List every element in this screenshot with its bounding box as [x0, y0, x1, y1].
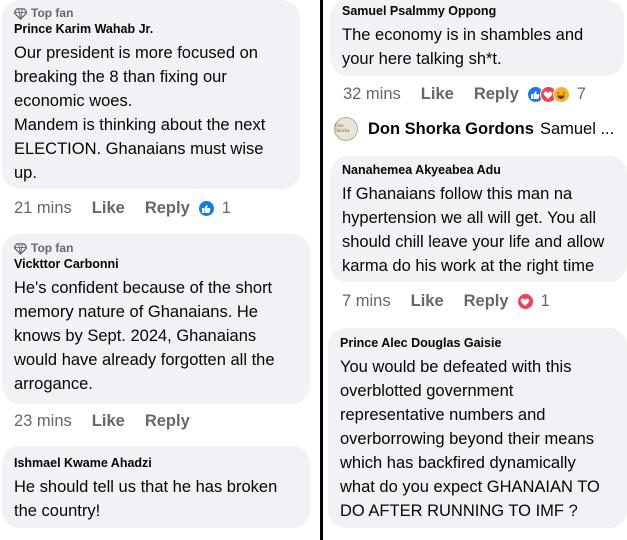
comment-bubble: Ishmael Kwame Ahadzi He should tell us t…: [2, 446, 310, 528]
column-divider: [320, 0, 323, 540]
page-avatar[interactable]: Don Shorka: [334, 117, 358, 141]
comment-text: The economy is in shambles and your here…: [342, 26, 584, 68]
reaction-count: 1: [540, 292, 550, 310]
diamond-badge-icon: [14, 242, 27, 255]
comment-bubble: Samuel Psalmmy Oppong The economy is in …: [330, 0, 624, 76]
top-fan-label: Top fan: [31, 241, 74, 255]
like-button[interactable]: Like: [92, 412, 125, 431]
top-fan-label: Top fan: [31, 6, 74, 20]
comment-bubble: Nanahemea Akyeabea Adu If Ghanaians foll…: [330, 156, 627, 282]
comment-actions: 23 mins Like Reply: [14, 412, 198, 431]
comment-actions: 7 mins Like Reply 1: [342, 292, 550, 311]
comment-text: He should tell us that he has broken the…: [14, 478, 278, 520]
top-fan-badge: Top fan: [14, 6, 288, 20]
like-button[interactable]: Like: [411, 292, 444, 311]
comment-text: He's confident because of the short memo…: [14, 279, 275, 393]
top-fan-badge: Top fan: [14, 241, 298, 255]
comment-author[interactable]: Prince Karim Wahab Jr.: [14, 22, 288, 36]
comment-actions: 32 mins Like Reply 7: [343, 85, 586, 104]
comment-author[interactable]: Ishmael Kwame Ahadzi: [14, 456, 298, 470]
comment-time[interactable]: 21 mins: [14, 199, 72, 218]
reaction-summary[interactable]: 7: [526, 85, 586, 104]
diamond-badge-icon: [14, 7, 27, 20]
comment-text: You would be defeated with this overblot…: [340, 358, 600, 520]
comment-bubble: Prince Alec Douglas Gaisie You would be …: [328, 328, 627, 528]
reply-button[interactable]: Reply: [145, 412, 190, 431]
like-button[interactable]: Like: [421, 85, 454, 104]
comment-time[interactable]: 7 mins: [342, 292, 391, 311]
reply-button[interactable]: Reply: [464, 292, 509, 311]
comment-author[interactable]: Samuel Psalmmy Oppong: [342, 4, 612, 18]
comment-time[interactable]: 23 mins: [14, 412, 72, 431]
reply-button[interactable]: Reply: [145, 199, 190, 218]
comment-author[interactable]: Nanahemea Akyeabea Adu: [342, 163, 615, 177]
like-button[interactable]: Like: [92, 199, 125, 218]
reply-snippet: Samuel ...: [539, 119, 615, 138]
comment-author[interactable]: Vickttor Carbonni: [14, 257, 298, 271]
reply-button[interactable]: Reply: [474, 85, 519, 104]
reaction-count: 7: [576, 85, 586, 103]
comment-bubble: Top fan Vickttor Carbonni He's confident…: [2, 234, 310, 404]
comment-time[interactable]: 32 mins: [343, 85, 401, 104]
comment-actions: 21 mins Like Reply 1: [14, 199, 231, 218]
love-reaction-icon: [516, 293, 534, 310]
reply-author[interactable]: Don Shorka Gordons: [368, 120, 534, 139]
comment-author[interactable]: Prince Alec Douglas Gaisie: [340, 336, 615, 350]
haha-reaction-icon: [552, 86, 570, 103]
comment-text: Our president is more focused on breakin…: [14, 44, 266, 182]
reaction-summary[interactable]: 1: [516, 292, 550, 311]
comment-bubble: Top fan Prince Karim Wahab Jr. Our presi…: [2, 0, 300, 189]
comment-text: If Ghanaians follow this man na hyperten…: [342, 185, 605, 275]
like-reaction-icon: [197, 200, 215, 217]
reaction-summary[interactable]: 1: [197, 199, 231, 218]
page-reply-preview[interactable]: Don Shorka Don Shorka Gordons Samuel ...: [334, 117, 614, 141]
reaction-count: 1: [221, 199, 231, 217]
